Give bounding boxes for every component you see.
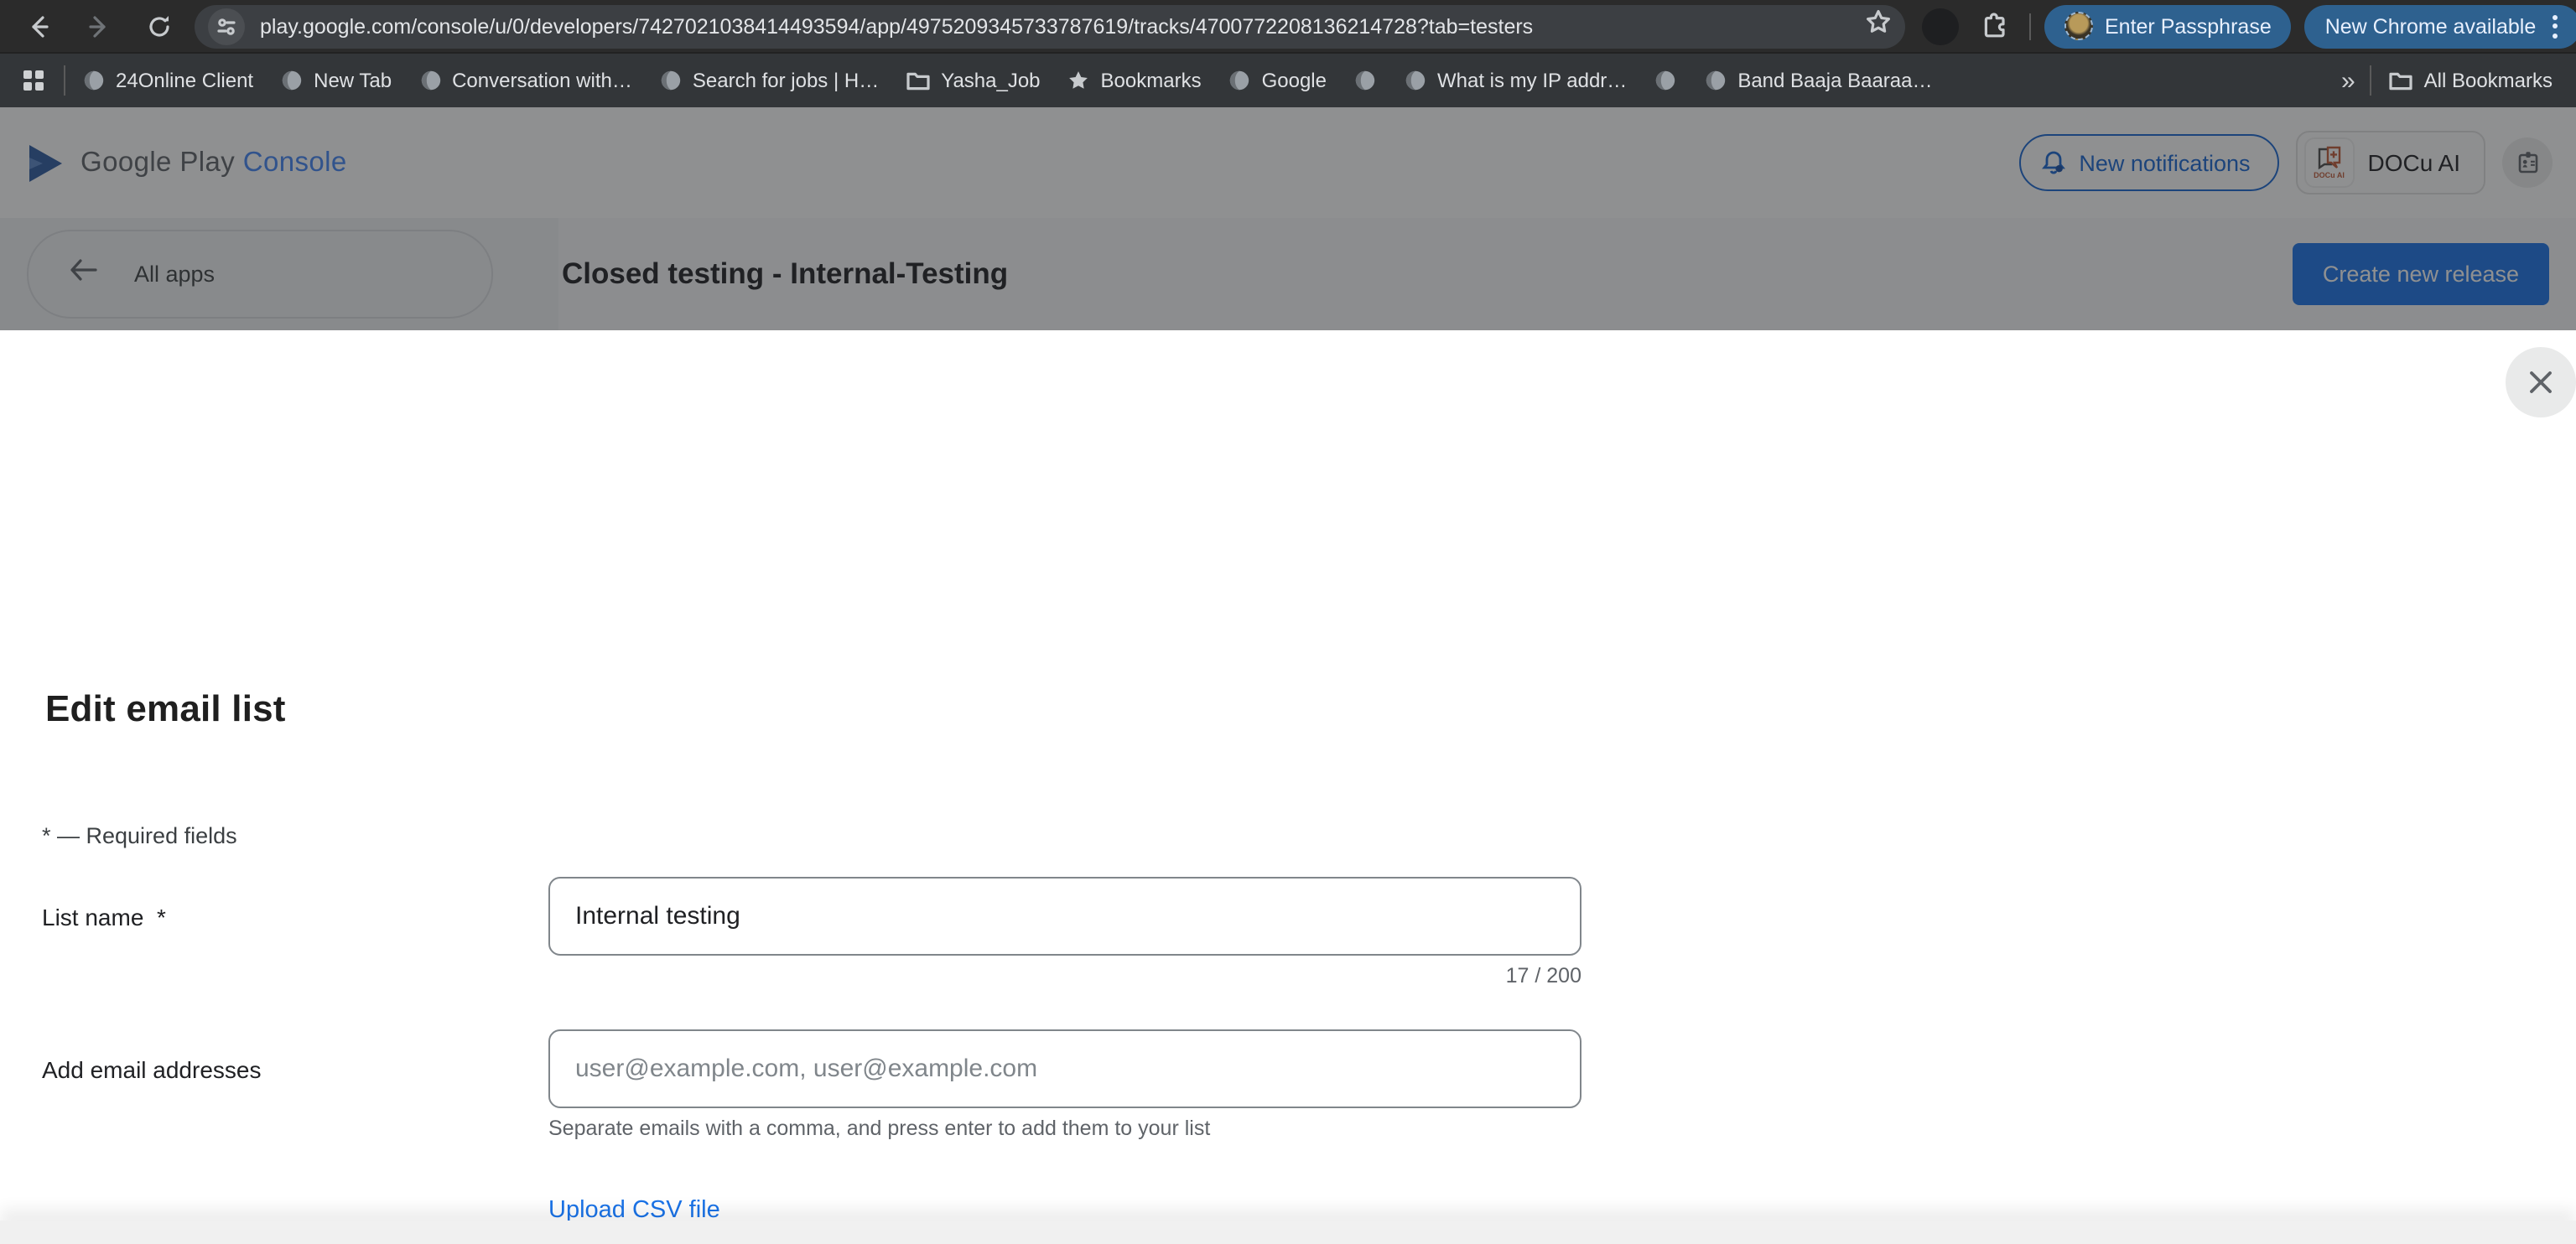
- edit-email-list-modal: Edit email list * — Required fields List…: [0, 330, 2576, 1244]
- bookmarks-divider-right: [2371, 65, 2372, 96]
- browser-menu-icon[interactable]: [2553, 14, 2561, 38]
- bookmark-star-icon[interactable]: [1865, 8, 1892, 44]
- bookmark-new-tab[interactable]: New Tab: [280, 69, 392, 92]
- profile-avatar: [2064, 12, 2093, 40]
- side-panel-icon[interactable]: [1922, 8, 1959, 44]
- bookmark-band-baaja[interactable]: Band Baaja Baaraa…: [1704, 69, 1932, 92]
- site-settings-icon[interactable]: [208, 8, 245, 44]
- toolbar-divider: [2029, 13, 2031, 39]
- back-icon[interactable]: [17, 4, 60, 48]
- close-modal-button[interactable]: [2506, 347, 2576, 417]
- bookmark-folder-yasha-job[interactable]: Yasha_Job: [906, 69, 1040, 92]
- bookmark-google[interactable]: Google: [1228, 69, 1327, 92]
- enter-passphrase-button[interactable]: Enter Passphrase: [2044, 4, 2292, 48]
- bottom-edge-strip: [0, 1221, 2576, 1244]
- url-text[interactable]: play.google.com/console/u/0/developers/7…: [260, 14, 1858, 38]
- screen: play.google.com/console/u/0/developers/7…: [0, 0, 2576, 1244]
- enter-passphrase-label: Enter Passphrase: [2105, 14, 2272, 38]
- toolbar-right: Enter Passphrase New Chrome available: [1922, 4, 2576, 48]
- modal-title: Edit email list: [45, 687, 286, 731]
- add-email-addresses-input[interactable]: user@example.com, user@example.com: [548, 1029, 1581, 1108]
- address-bar[interactable]: play.google.com/console/u/0/developers/7…: [195, 4, 1905, 48]
- bookmarks-bar: 24Online Client New Tab Conversation wit…: [0, 52, 2576, 107]
- email-helper-text: Separate emails with a comma, and press …: [548, 1117, 1210, 1140]
- close-icon: [2526, 367, 2556, 397]
- new-chrome-available-button[interactable]: New Chrome available: [2305, 4, 2576, 48]
- required-fields-note: * — Required fields: [42, 823, 237, 848]
- list-name-label: List name *: [42, 904, 166, 930]
- bookmark-bookmarks[interactable]: Bookmarks: [1067, 69, 1202, 92]
- add-email-addresses-label: Add email addresses: [42, 1056, 262, 1083]
- bookmark-24online[interactable]: 24Online Client: [82, 69, 253, 92]
- browser-toolbar: play.google.com/console/u/0/developers/7…: [0, 0, 2576, 52]
- bookmarks-divider: [64, 65, 65, 96]
- bookmark-unlabeled-1[interactable]: [1353, 69, 1377, 92]
- char-counter: 17 / 200: [548, 964, 1581, 987]
- bookmark-what-is-my-ip[interactable]: What is my IP addr…: [1404, 69, 1627, 92]
- forward-icon[interactable]: [77, 4, 121, 48]
- bookmark-conversation[interactable]: Conversation with…: [418, 69, 632, 92]
- all-bookmarks-button[interactable]: All Bookmarks: [2389, 69, 2553, 92]
- bookmark-search-jobs[interactable]: Search for jobs | H…: [659, 69, 879, 92]
- modal-backdrop: [0, 107, 2576, 330]
- new-chrome-label: New Chrome available: [2325, 14, 2537, 38]
- reload-icon[interactable]: [138, 4, 181, 48]
- list-name-input[interactable]: Internal testing: [548, 877, 1581, 956]
- apps-grid-icon[interactable]: [23, 70, 44, 91]
- extensions-icon[interactable]: [1972, 4, 2016, 48]
- bookmark-unlabeled-2[interactable]: [1654, 69, 1677, 92]
- bookmarks-overflow-icon[interactable]: »: [2341, 66, 2354, 95]
